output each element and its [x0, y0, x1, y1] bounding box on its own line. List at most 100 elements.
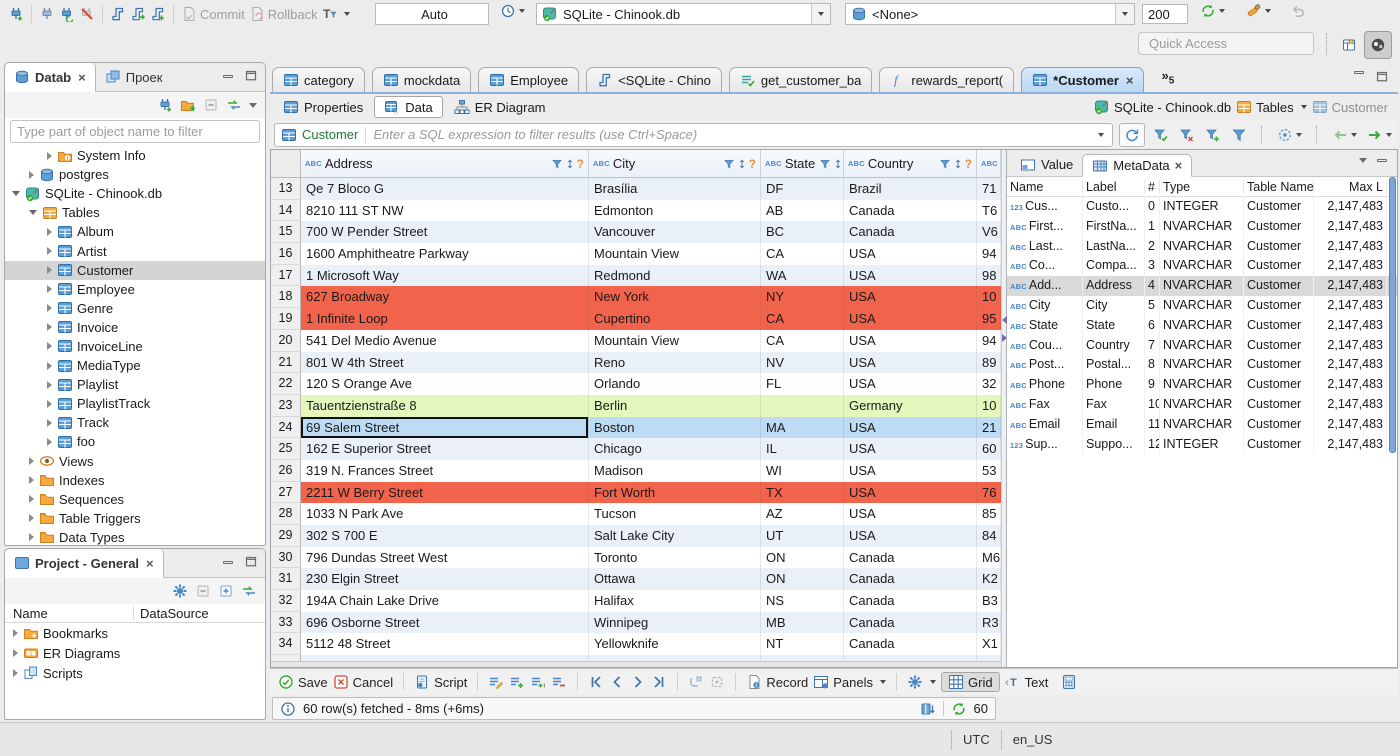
link-editor-icon[interactable]	[226, 97, 242, 113]
new-sql-editor-button[interactable]	[148, 4, 168, 24]
grid-cell[interactable]: USA	[844, 264, 977, 287]
sort-icon[interactable]	[736, 158, 748, 170]
grid-cell[interactable]: Chicago	[589, 438, 761, 460]
undo-button[interactable]	[1290, 3, 1306, 19]
refresh-button[interactable]	[1119, 122, 1145, 147]
tree-item-playlisttrack[interactable]: PlaylistTrack	[5, 394, 265, 413]
metadata-column-header-table-name[interactable]: Table Name	[1244, 179, 1314, 194]
grid-cell[interactable]: WI	[761, 459, 844, 482]
grid-cell[interactable]: 60	[977, 438, 1001, 460]
record-mode-button[interactable]: i Record	[746, 674, 808, 690]
grid-cell[interactable]: New York	[589, 286, 761, 309]
grid-cell[interactable]: Toronto	[589, 546, 761, 569]
tab-project-general[interactable]: Project - General ×	[5, 549, 164, 578]
grid-cell[interactable]: 10	[977, 286, 1001, 309]
metadata-row-phone[interactable]: ABC Phone Phone 9 NVARCHAR Customer 2,147,483	[1007, 375, 1397, 395]
tab-value[interactable]: Value	[1011, 153, 1082, 176]
sync-connection-button[interactable]	[1200, 3, 1225, 19]
cancel-button[interactable]: Cancel	[333, 674, 393, 690]
grid-cell[interactable]: 2211 W Berry Street	[301, 481, 589, 504]
tree-item-mediatype[interactable]: MediaType	[5, 356, 265, 375]
row-number-cell[interactable]: 32	[271, 590, 301, 612]
grid-cell[interactable]: Vancouver	[589, 221, 761, 244]
calculate-button[interactable]	[1061, 674, 1077, 690]
grid-mode-button[interactable]: Grid	[941, 672, 1000, 692]
grid-cell[interactable]: Redmond	[589, 264, 761, 287]
grid-cell[interactable]: Salt Lake City	[589, 525, 761, 547]
custom-filter-button[interactable]	[1229, 127, 1249, 143]
row-number-cell[interactable]: 18	[271, 286, 301, 309]
grid-cell[interactable]: 1600 Amphitheatre Parkway	[301, 243, 589, 265]
edit-row-button[interactable]	[488, 674, 504, 690]
format-button[interactable]	[1246, 3, 1271, 19]
chevron-collapsed-icon[interactable]	[47, 266, 52, 275]
grid-cell[interactable]: Qe 7 Bloco G	[301, 178, 589, 200]
grid-cell[interactable]: 32	[977, 373, 1001, 395]
grid-cell[interactable]: 21	[977, 416, 1001, 439]
grid-cell[interactable]: NY	[761, 286, 844, 309]
grid-cell[interactable]: CA	[761, 308, 844, 330]
sql-filter-input[interactable]: Customer Enter a SQL expression to filte…	[274, 122, 1114, 147]
grid-cell[interactable]: Yellowknife	[589, 633, 761, 656]
schema-dropdown-button[interactable]	[1115, 4, 1134, 24]
commit-button[interactable]: Commit	[179, 4, 247, 24]
tree-item-employee[interactable]: Employee	[5, 280, 265, 299]
metadata-column-header-label[interactable]: Label	[1083, 179, 1145, 194]
metadata-row-address[interactable]: ABC Add... Address 4 NVARCHAR Customer 2,147,4…	[1007, 276, 1397, 296]
tree-item-track[interactable]: Track	[5, 413, 265, 432]
grid-cell[interactable]: Boston	[589, 416, 761, 439]
editor-tab-category[interactable]: category	[272, 67, 365, 92]
maximize-icon[interactable]	[1376, 71, 1388, 83]
chevron-collapsed-icon[interactable]	[47, 151, 52, 160]
maximize-icon[interactable]	[245, 70, 257, 82]
editor-tab-sqlite-chino[interactable]: <SQLite - Chino	[586, 67, 722, 92]
quick-access-input[interactable]: Quick Access	[1138, 32, 1314, 55]
metadata-row-state[interactable]: ABC State State 6 NVARCHAR Customer 2,147,483	[1007, 315, 1397, 336]
grid-cell[interactable]: Fort Worth	[589, 481, 761, 504]
tree-item-tables[interactable]: Tables	[5, 203, 265, 222]
minimize-icon[interactable]	[1354, 71, 1364, 74]
text-mode-button[interactable]: ‹ T Text	[1005, 674, 1049, 690]
chevron-collapsed-icon[interactable]	[47, 380, 52, 389]
metadata-row-city[interactable]: ABC City City 5 NVARCHAR Customer 2,147,483	[1007, 295, 1397, 316]
history-forward-button[interactable]	[1365, 127, 1394, 143]
fetch-all-pages-icon[interactable]	[920, 701, 936, 717]
column-info-icon[interactable]: ?	[749, 157, 756, 171]
metadata-column-header-max-l[interactable]: Max L	[1314, 179, 1387, 194]
tree-item-indexes[interactable]: Indexes	[5, 471, 265, 490]
row-number-cell[interactable]: 27	[271, 481, 301, 504]
horizontal-scrollbar[interactable]	[271, 661, 1001, 667]
gear-icon[interactable]	[172, 583, 188, 599]
tree-item-data-types[interactable]: Data Types	[5, 528, 265, 545]
grid-cell[interactable]: NV	[761, 351, 844, 374]
chevron-collapsed-icon[interactable]	[29, 170, 34, 179]
last-row-button[interactable]	[651, 674, 667, 690]
commit-mode-select[interactable]: Auto	[375, 3, 489, 25]
vertical-scrollbar[interactable]	[1389, 177, 1396, 453]
grid-cell[interactable]: 120 S Orange Ave	[301, 373, 589, 395]
filter-funnel-icon[interactable]	[723, 158, 735, 170]
tree-item-genre[interactable]: Genre	[5, 299, 265, 318]
grid-cell[interactable]: Edmonton	[589, 199, 761, 222]
view-menu-icon[interactable]	[1359, 158, 1367, 163]
settings-button[interactable]	[907, 674, 937, 690]
sql-editor-button[interactable]	[108, 4, 128, 24]
grid-cell[interactable]: UT	[761, 525, 844, 547]
column-header-country[interactable]: ABC Country?	[844, 150, 977, 178]
metadata-row-lastna[interactable]: ABC Last... LastNa... 2 NVARCHAR Customer 2,14…	[1007, 236, 1397, 257]
grid-cell[interactable]: 94	[977, 243, 1001, 265]
grid-cell[interactable]: 194A Chain Lake Drive	[301, 590, 589, 612]
editor-tab-rewards-report[interactable]: f rewards_report(	[879, 67, 1015, 92]
chevron-collapsed-icon[interactable]	[29, 457, 34, 466]
timezone-label[interactable]: UTC	[963, 732, 990, 747]
row-number-cell[interactable]: 34	[271, 633, 301, 656]
close-icon[interactable]: ×	[78, 70, 86, 85]
grid-cell[interactable]: M6	[977, 546, 1001, 569]
script-button[interactable]: Script	[414, 674, 467, 690]
grid-cell[interactable]: 796 Dundas Street West	[301, 546, 589, 569]
breadcrumb-entity[interactable]: Customer	[1312, 99, 1388, 115]
grid-cell[interactable]: Tucson	[589, 503, 761, 525]
row-number-cell[interactable]: 17	[271, 264, 301, 287]
row-number-cell[interactable]: 15	[271, 221, 301, 244]
chevron-collapsed-icon[interactable]	[13, 629, 18, 637]
